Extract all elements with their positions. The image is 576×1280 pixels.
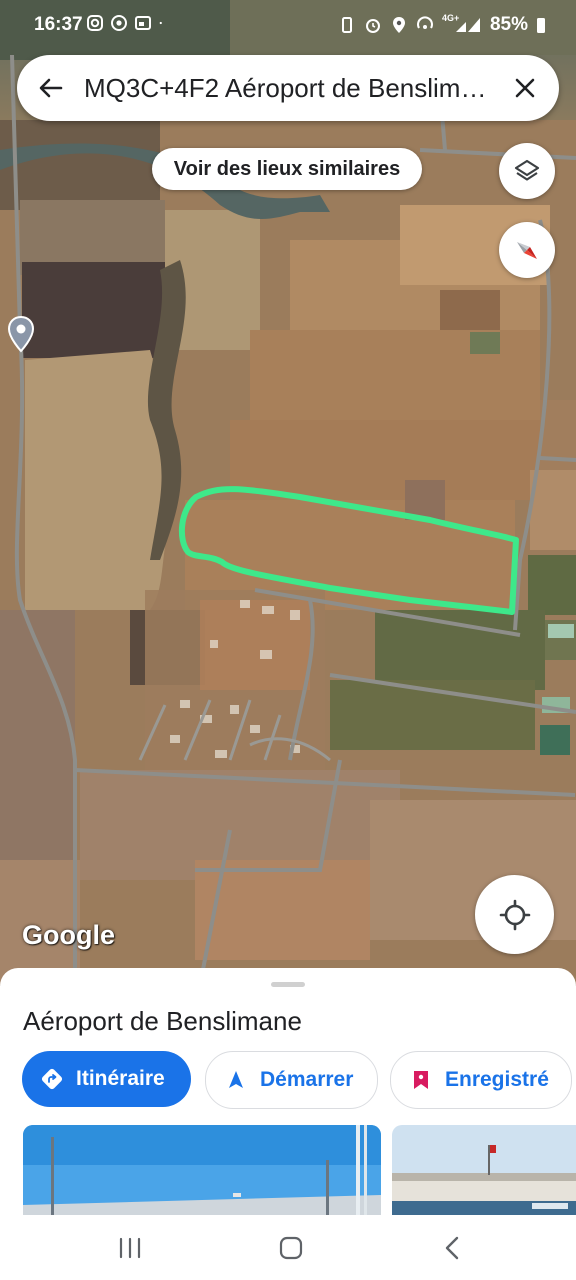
saved-label: Enregistré (445, 1068, 549, 1091)
similar-places-chip[interactable]: Voir des lieux similaires (152, 148, 422, 190)
search-query[interactable]: MQ3C+4F2 Aéroport de Benslimane (84, 72, 489, 104)
directions-label: Itinéraire (76, 1067, 165, 1090)
arrow-left-icon[interactable] (35, 72, 67, 104)
my-location-icon (499, 899, 530, 930)
status-left-icons (86, 14, 168, 32)
directions-icon (40, 1067, 64, 1091)
google-attribution: Google (22, 920, 115, 950)
battery-percentage: 85% (489, 14, 528, 35)
my-location-button[interactable] (475, 875, 554, 954)
home-icon[interactable] (279, 1236, 303, 1260)
saved-button[interactable]: Enregistré (390, 1051, 572, 1109)
recents-icon[interactable] (116, 1235, 144, 1261)
dot-icon (159, 21, 162, 25)
chrome-icon (111, 15, 127, 31)
location-icon (392, 17, 405, 33)
place-bottom-sheet[interactable]: Aéroport de Benslimane Itinéraire Démarr… (0, 968, 576, 1215)
instagram-icon (87, 15, 103, 31)
drag-handle[interactable] (271, 982, 305, 987)
action-buttons-row: Itinéraire Démarrer Enregistré (22, 1051, 576, 1109)
layers-button[interactable] (499, 143, 555, 199)
status-right-icons: 4G+ 85% (338, 13, 546, 36)
start-button[interactable]: Démarrer (205, 1051, 378, 1109)
map-pin-icon[interactable] (6, 315, 36, 355)
compass-button[interactable] (499, 222, 555, 278)
status-time: 16:37 (34, 14, 83, 35)
compass-icon (517, 242, 537, 259)
directions-button[interactable]: Itinéraire (22, 1051, 191, 1107)
bookmark-icon (409, 1068, 433, 1092)
hotspot-icon (416, 16, 433, 29)
battery-icon (537, 18, 545, 33)
system-nav-bar (0, 1215, 576, 1280)
place-photo-2[interactable] (392, 1125, 576, 1215)
close-icon[interactable] (509, 72, 541, 104)
vibrate-icon (341, 17, 352, 33)
place-title: Aéroport de Benslimane (23, 1006, 302, 1036)
place-photo-1[interactable] (23, 1125, 381, 1215)
browser-icon (135, 16, 151, 30)
layers-icon (514, 159, 540, 181)
status-bar: 16:37 4G+ 85% (0, 0, 576, 50)
search-bar[interactable]: MQ3C+4F2 Aéroport de Benslimane (17, 55, 559, 121)
start-label: Démarrer (260, 1068, 354, 1091)
signal-4g-icon: 4G+ (442, 13, 482, 34)
alarm-icon (365, 19, 380, 33)
back-chevron-icon[interactable] (442, 1235, 462, 1261)
navigation-arrow-icon (224, 1068, 248, 1092)
